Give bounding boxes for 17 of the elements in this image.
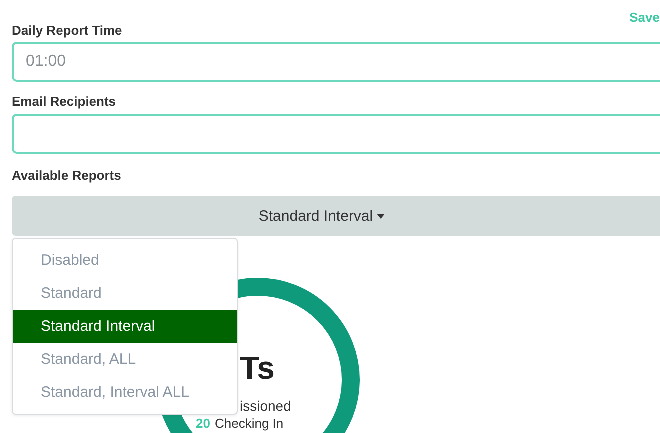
dropdown-option[interactable]: Disabled: [13, 244, 237, 277]
email-input-field[interactable]: [12, 114, 660, 154]
dropdown-option[interactable]: Standard Interval: [13, 310, 237, 343]
caret-icon: [377, 214, 386, 218]
dropdown-option[interactable]: Standard, ALL: [13, 343, 237, 376]
reports-dropdown-button[interactable]: Standard Interval: [12, 196, 660, 236]
summary-text: issioned: [240, 398, 292, 414]
field-label: Daily Report Time: [12, 23, 122, 39]
field-label: Available Reports: [12, 168, 122, 184]
time-input-field[interactable]: 01:00: [12, 42, 660, 82]
checking-in-count: 20: [196, 418, 210, 430]
summary-title: Ts: [240, 350, 275, 386]
field-label: Email Recipients: [12, 94, 116, 110]
dropdown-option[interactable]: Standard: [13, 277, 237, 310]
summary-text: Checking In: [215, 418, 284, 430]
save-link[interactable]: Save: [630, 10, 660, 26]
dropdown-option[interactable]: Standard, Interval ALL: [13, 376, 237, 409]
